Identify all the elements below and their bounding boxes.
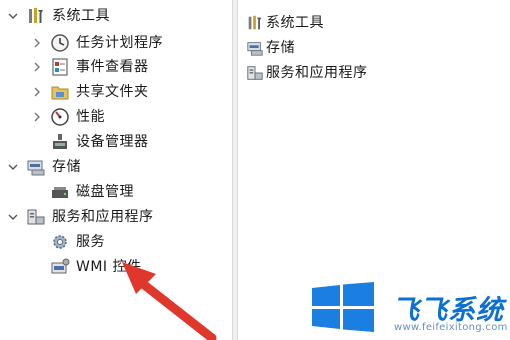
tree-item-label: 存储 (52, 159, 81, 175)
tree-item-storage[interactable]: 存储 (6, 155, 81, 179)
tree-item-services[interactable]: 服务 (50, 230, 105, 254)
tree-item-services-apps[interactable]: 服务和应用程序 (6, 205, 154, 229)
list-item-label: 存储 (266, 40, 295, 56)
windows-logo-icon (312, 282, 374, 332)
tree-item-label: 磁盘管理 (76, 184, 134, 200)
tree-item-disk-management[interactable]: 磁盘管理 (50, 180, 134, 204)
tree-item-event-viewer[interactable]: 事件查看器 (30, 55, 149, 79)
tree-item-label: 设备管理器 (76, 134, 149, 150)
chevron-right-icon[interactable] (30, 80, 44, 104)
task-scheduler-icon (50, 33, 70, 53)
tree-item-label: 系统工具 (52, 8, 110, 24)
device-manager-icon (50, 132, 70, 152)
watermark-url: www.feifeixitong.com (394, 322, 508, 333)
storage-icon (26, 157, 46, 177)
wmi-control-icon (50, 257, 70, 277)
chevron-right-icon[interactable] (30, 55, 44, 79)
shared-folders-icon (50, 82, 70, 102)
tree-item-label: 共享文件夹 (76, 84, 149, 100)
tree-item-label: 任务计划程序 (76, 35, 163, 51)
chevron-right-icon[interactable] (30, 31, 44, 55)
tree-item-task-scheduler[interactable]: 任务计划程序 (30, 31, 163, 55)
console-tree: 系统工具 任务计划程序 事件查看器 共享文件夹 性能 设备管理器 存储 磁盘管理… (0, 0, 232, 340)
chevron-down-icon[interactable] (6, 205, 20, 229)
list-item-storage[interactable]: 存储 (246, 37, 295, 59)
system-tools-icon (26, 6, 46, 26)
chevron-right-icon[interactable] (30, 105, 44, 129)
event-viewer-icon (50, 57, 70, 77)
tree-item-shared-folders[interactable]: 共享文件夹 (30, 80, 149, 104)
tree-item-label: 服务和应用程序 (52, 209, 154, 225)
list-item-services-apps[interactable]: 服务和应用程序 (246, 62, 368, 84)
tree-item-system-tools[interactable]: 系统工具 (6, 4, 110, 28)
disk-management-icon (50, 182, 70, 202)
system-tools-icon (246, 14, 264, 32)
tree-item-label: 服务 (76, 234, 105, 250)
services-gear-icon (50, 232, 70, 252)
list-item-label: 服务和应用程序 (266, 65, 368, 81)
tree-item-device-manager[interactable]: 设备管理器 (50, 130, 149, 154)
red-pointer-arrow (122, 262, 217, 340)
performance-icon (50, 107, 70, 127)
services-apps-icon (246, 64, 264, 82)
tree-item-label: 事件查看器 (76, 59, 149, 75)
chevron-down-icon[interactable] (6, 4, 20, 28)
chevron-down-icon[interactable] (6, 155, 20, 179)
tree-item-performance[interactable]: 性能 (30, 105, 105, 129)
storage-icon (246, 39, 264, 57)
list-item-label: 系统工具 (266, 15, 324, 31)
services-apps-icon (26, 207, 46, 227)
list-item-system-tools[interactable]: 系统工具 (246, 12, 324, 34)
tree-item-label: 性能 (76, 109, 105, 125)
